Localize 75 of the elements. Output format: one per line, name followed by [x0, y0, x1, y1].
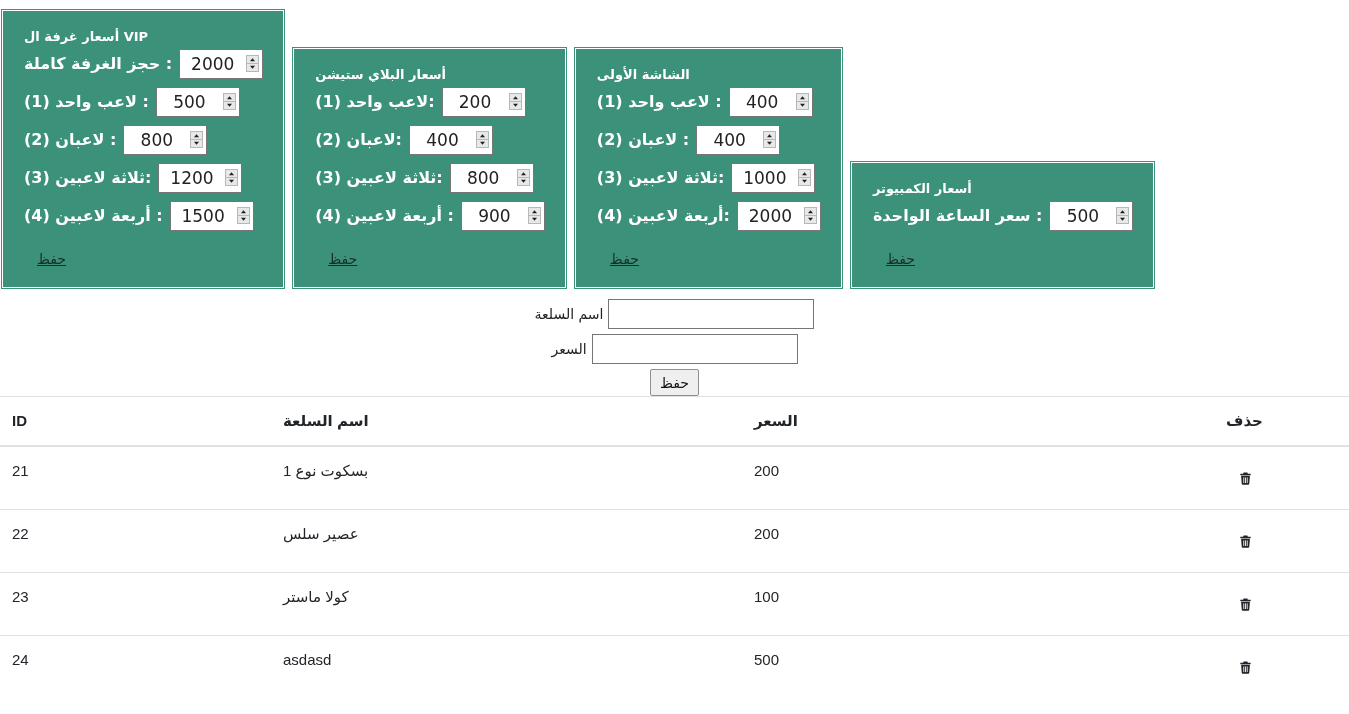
save-link[interactable]: حفظ: [885, 251, 915, 267]
field-label: أربعة لاعبين (4) :: [24, 205, 163, 227]
number-field[interactable]: 2000: [179, 49, 264, 79]
field-label: أربعة لاعبين (4) :: [315, 205, 454, 227]
spinner-icon[interactable]: [508, 93, 522, 110]
trash-icon: [1240, 534, 1251, 548]
spinner-icon[interactable]: [803, 207, 817, 224]
number-field[interactable]: 500: [155, 87, 240, 117]
table-cell: 24: [0, 635, 271, 698]
field-label: اسم السلعة: [534, 306, 604, 322]
field-label: أربعة لاعبين (4):: [596, 205, 730, 227]
spinner-icon[interactable]: [795, 93, 809, 110]
trash-icon: [1240, 660, 1251, 674]
table-cell: 23: [0, 572, 271, 636]
field-label: لاعب واحد (1):: [315, 91, 435, 113]
table-cell: 200: [742, 509, 1214, 573]
field-label: لاعب واحد (1) :: [24, 91, 149, 113]
table-cell: 200: [742, 446, 1214, 510]
field-label: ثلاثة لاعبين (3):: [315, 167, 443, 189]
card-title: الشاشة الأولى: [596, 66, 691, 83]
spinner-icon[interactable]: [190, 131, 204, 148]
save-link[interactable]: حفظ: [328, 251, 358, 267]
spinner-icon[interactable]: [246, 55, 260, 72]
table-cell: 100: [742, 572, 1214, 636]
trash-icon: [1240, 597, 1251, 611]
spinner-icon[interactable]: [527, 207, 541, 224]
column-header: حذف: [1214, 396, 1349, 446]
table-cell: عصير سلس: [271, 509, 742, 573]
table-cell: كولا ماستر: [271, 572, 742, 636]
spinner-icon[interactable]: [516, 169, 530, 186]
number-field[interactable]: 400: [728, 87, 813, 117]
table-cell: 21: [0, 446, 271, 510]
column-header: السعر: [742, 396, 1214, 446]
number-field[interactable]: 1200: [158, 163, 243, 193]
spinner-icon[interactable]: [222, 93, 236, 110]
card-title: أسعار الكمبيوتر: [872, 180, 973, 197]
table-cell: asdasd: [271, 635, 742, 698]
save-button[interactable]: حفظ: [650, 369, 699, 396]
field-label: ثلاثة لاعبين (3):: [596, 167, 725, 189]
field-label: لاعبان (2) :: [596, 129, 690, 151]
field-label: ثلاثة لاعبين (3):: [24, 167, 152, 189]
spinner-icon[interactable]: [798, 169, 812, 186]
trash-icon: [1240, 471, 1251, 485]
field-label: لاعبان (2) :: [24, 129, 117, 151]
number-field[interactable]: 1500: [169, 201, 254, 231]
input-field[interactable]: [591, 334, 798, 364]
column-header: اسم السلعة: [271, 396, 742, 446]
field-label: سعر الساعة الواحدة :: [872, 205, 1043, 227]
save-link[interactable]: حفظ: [37, 251, 67, 267]
number-field[interactable]: 400: [409, 125, 493, 155]
spinner-icon[interactable]: [763, 131, 777, 148]
field-label: لاعب واحد (1) :: [596, 91, 722, 113]
column-header: ID: [0, 396, 271, 446]
field-label: حجز الغرفة كاملة :: [24, 53, 173, 75]
card-title: أسعار البلاي ستيشن: [315, 66, 447, 83]
spinner-icon[interactable]: [1116, 207, 1130, 224]
number-field[interactable]: 800: [449, 163, 534, 193]
field-label: السعر: [551, 341, 587, 357]
spinner-icon[interactable]: [236, 207, 250, 224]
table-cell: بسكوت نوع 1: [271, 446, 742, 510]
number-field[interactable]: 800: [123, 125, 208, 155]
number-field[interactable]: 1000: [731, 163, 816, 193]
number-field[interactable]: 500: [1049, 201, 1134, 231]
field-label: لاعبان (2):: [315, 129, 402, 151]
card-title: أسعار غرفة ال VIP: [24, 28, 150, 45]
number-field[interactable]: 200: [441, 87, 526, 117]
table-cell: 500: [742, 635, 1214, 698]
spinner-icon[interactable]: [476, 131, 489, 148]
number-field[interactable]: 900: [460, 201, 545, 231]
table-cell: 22: [0, 509, 271, 573]
number-field[interactable]: 2000: [736, 201, 821, 231]
input-field[interactable]: [608, 299, 815, 329]
spinner-icon[interactable]: [225, 169, 239, 186]
save-link[interactable]: حفظ: [609, 251, 639, 267]
number-field[interactable]: 400: [696, 125, 781, 155]
